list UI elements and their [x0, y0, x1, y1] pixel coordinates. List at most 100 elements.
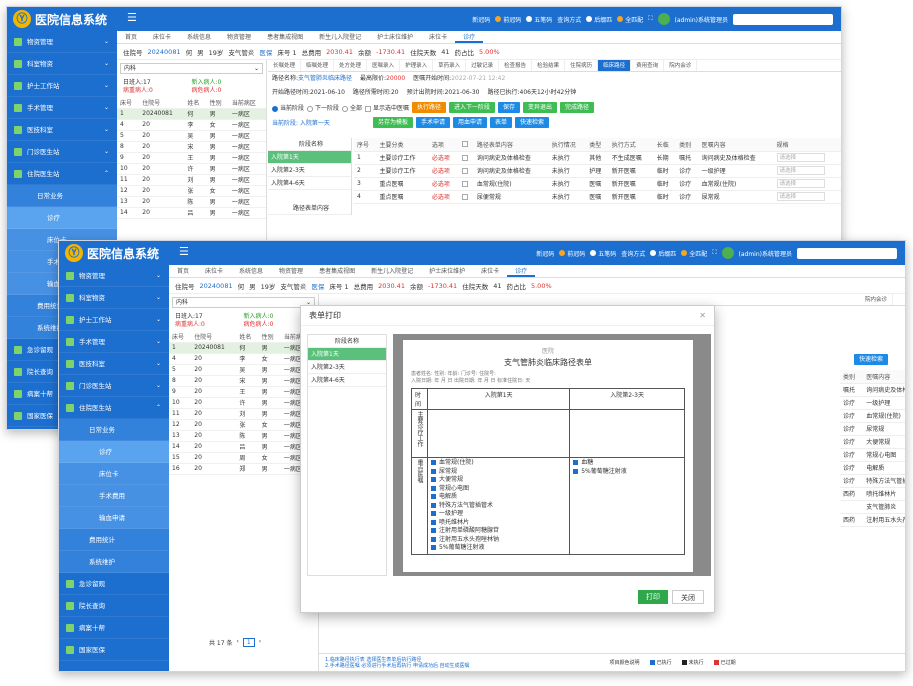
- sidebar-item-daily[interactable]: 日常业务: [7, 185, 117, 207]
- next-stage-button[interactable]: 进入下一阶段: [449, 102, 496, 113]
- table-row[interactable]: 9 20 王男一病区: [169, 386, 318, 398]
- pathway-start[interactable]: 2022-07-21 12:42: [451, 75, 505, 82]
- table-row[interactable]: 诊疗一级护理请选择: [840, 396, 905, 410]
- table-row[interactable]: 诊疗常规心电图请选择: [840, 448, 905, 462]
- table-row[interactable]: 1 20240081 何男一病区: [169, 342, 318, 354]
- table-row[interactable]: 13 20 陈男一病区: [169, 430, 318, 442]
- finish-button[interactable]: 完成路径: [560, 102, 595, 113]
- subtab[interactable]: 临嘱处理: [301, 60, 335, 71]
- spec-select[interactable]: 请选择: [776, 192, 825, 201]
- stage-item[interactable]: 入院第4-6天: [268, 177, 351, 190]
- radio-all[interactable]: 全部: [342, 103, 362, 112]
- opt-1[interactable]: 前冠码: [495, 15, 521, 24]
- subtab[interactable]: 院内会诊: [860, 294, 894, 305]
- opt-4[interactable]: 后缀匹: [586, 15, 612, 24]
- tab-materials[interactable]: 物资管理: [219, 31, 259, 43]
- sidebar-item-outpatient[interactable]: 门诊医生站 ⌄: [59, 375, 169, 397]
- blood-apply-button[interactable]: 用血申请: [452, 117, 487, 128]
- table-row[interactable]: 诊疗尿常规请选择: [840, 422, 905, 436]
- tab-sysinfo[interactable]: 系统信息: [231, 265, 271, 277]
- fullscreen-icon[interactable]: ⛶: [712, 249, 716, 257]
- sidebar-item-stats[interactable]: 费用统计: [59, 529, 169, 551]
- dept-select[interactable]: [797, 247, 897, 259]
- table-row[interactable]: 8 20 宋男一病区: [117, 141, 266, 153]
- pager-prev-icon[interactable]: ‹: [236, 638, 238, 647]
- table-row[interactable]: 15 20 周女一病区: [169, 452, 318, 464]
- stage-item[interactable]: 入院第4-6天: [308, 374, 386, 387]
- op-apply-button[interactable]: 手术申请: [415, 117, 450, 128]
- table-row[interactable]: 诊疗电解质请选择: [840, 461, 905, 475]
- order-check[interactable]: 常规心电图: [431, 485, 566, 494]
- sidebar-item-emergency[interactable]: 急诊留观: [59, 573, 169, 595]
- spec-select[interactable]: 请选择: [776, 179, 825, 188]
- tab-home[interactable]: 首页: [169, 265, 197, 277]
- sidebar-item-outpatient[interactable]: 门诊医生站 ⌄: [7, 141, 117, 163]
- close-button[interactable]: 关闭: [672, 590, 704, 604]
- form-button[interactable]: 表单: [489, 117, 512, 128]
- order-check[interactable]: 一级护理: [431, 510, 566, 519]
- sidebar-item-nurse[interactable]: 护士工作站 ⌄: [59, 309, 169, 331]
- order-check[interactable]: 注射用单磷酸阿糖腺苷: [431, 527, 566, 536]
- table-row[interactable]: 4 重点医嘱 必选项 尿便常规 未执行 医嘱 新开医嘱 临时 诊疗 尿常规 请选择: [354, 190, 841, 204]
- avatar[interactable]: [721, 247, 734, 259]
- sidebar-item-nurse[interactable]: 护士工作站 ⌄: [7, 75, 117, 97]
- table-row[interactable]: 西药注射用五水头孢请选择: [840, 513, 905, 527]
- table-row[interactable]: 嘱托询问病史及体格检查请选择: [840, 383, 905, 397]
- checkbox-icon[interactable]: [461, 154, 468, 161]
- subtab[interactable]: 草药录入: [433, 60, 467, 71]
- tab-bedcard[interactable]: 床位卡: [197, 265, 231, 277]
- sidebar-item-sysmaint[interactable]: 系统维护: [59, 551, 169, 573]
- table-row[interactable]: 12 20 张女一病区: [169, 419, 318, 431]
- tab-patient-view[interactable]: 患者集成视图: [259, 31, 311, 43]
- table-row[interactable]: 2 主要诊疗工作 必选项 询问病史及体格检查 未执行 护理 新开医嘱 临时 诊疗 一级护理 请选择: [354, 164, 841, 178]
- subtab[interactable]: 费用查询: [631, 60, 665, 71]
- quick-search-button[interactable]: 快速检索: [515, 117, 550, 128]
- order-check[interactable]: 5%葡萄糖注射液: [573, 468, 681, 477]
- table-row[interactable]: 8 20 宋男一病区: [169, 375, 318, 387]
- spec-select[interactable]: 请选择: [776, 153, 825, 162]
- checkbox-icon[interactable]: [461, 180, 468, 187]
- order-check[interactable]: 电解质: [431, 493, 566, 502]
- opt-2[interactable]: 五笔码: [526, 15, 552, 24]
- order-check[interactable]: 5%葡萄糖注射液: [431, 544, 566, 553]
- subtab[interactable]: 护理录入: [400, 60, 434, 71]
- sidebar-item-bedcard[interactable]: 床位卡: [59, 463, 169, 485]
- table-row[interactable]: 西药喷托维林片请选择: [840, 487, 905, 501]
- avatar[interactable]: [657, 13, 670, 25]
- subtab-pathway[interactable]: 临床路径: [598, 60, 632, 71]
- subtab[interactable]: 住院病历: [565, 60, 599, 71]
- order-check[interactable]: 尿常规: [431, 468, 566, 477]
- checkbox-icon[interactable]: [461, 167, 468, 174]
- opt-1[interactable]: 前冠码: [559, 249, 585, 258]
- table-row[interactable]: 诊疗血常规(住院)请选择: [840, 409, 905, 423]
- radio-current[interactable]: 当前阶段: [272, 103, 304, 112]
- table-row[interactable]: 9 20 王男一病区: [117, 152, 266, 164]
- subtab[interactable]: 检查报告: [499, 60, 533, 71]
- table-row[interactable]: 14 20 吕男一病区: [117, 207, 266, 219]
- table-row[interactable]: 11 20 刘男一病区: [169, 408, 318, 420]
- subtab[interactable]: 处方处理: [334, 60, 368, 71]
- exit-button[interactable]: 变异退出: [523, 102, 558, 113]
- exec-path-button[interactable]: 执行路径: [411, 102, 446, 113]
- tab-bedcard-2[interactable]: 床位卡: [421, 31, 455, 43]
- dept-select[interactable]: [733, 13, 833, 25]
- radio-next[interactable]: 下一阶段: [307, 103, 339, 112]
- close-icon[interactable]: ✕: [699, 306, 706, 326]
- stage-item[interactable]: 入院第1天: [308, 348, 386, 361]
- fullscreen-icon[interactable]: ⛶: [648, 15, 652, 23]
- subtab[interactable]: 长嘱处理: [268, 60, 302, 71]
- tab-diagnosis[interactable]: 诊疗: [507, 265, 536, 277]
- order-check[interactable]: 血糖: [573, 459, 681, 468]
- table-row[interactable]: 5 20 吴男一病区: [169, 364, 318, 376]
- tab-home[interactable]: 首页: [117, 31, 145, 43]
- table-row[interactable]: 1 20240081 何男一病区: [117, 108, 266, 120]
- table-row[interactable]: 16 20 郑男一病区: [169, 463, 318, 475]
- tab-bedcard-2[interactable]: 床位卡: [473, 265, 507, 277]
- tab-materials[interactable]: 物资管理: [271, 265, 311, 277]
- sidebar-item-blood[interactable]: 输血申请: [59, 507, 169, 529]
- menu-toggle-icon[interactable]: ☰: [127, 11, 137, 24]
- table-row[interactable]: 1 主要诊疗工作 必选项 询问病史及体格检查 未执行 其他 不生成医嘱 长期 嘱托 询问病史及体格…: [354, 151, 841, 165]
- stage-item[interactable]: 入院第2-3天: [308, 361, 386, 374]
- checkbox-icon[interactable]: [461, 141, 468, 148]
- order-check[interactable]: 喷托维林片: [431, 519, 566, 528]
